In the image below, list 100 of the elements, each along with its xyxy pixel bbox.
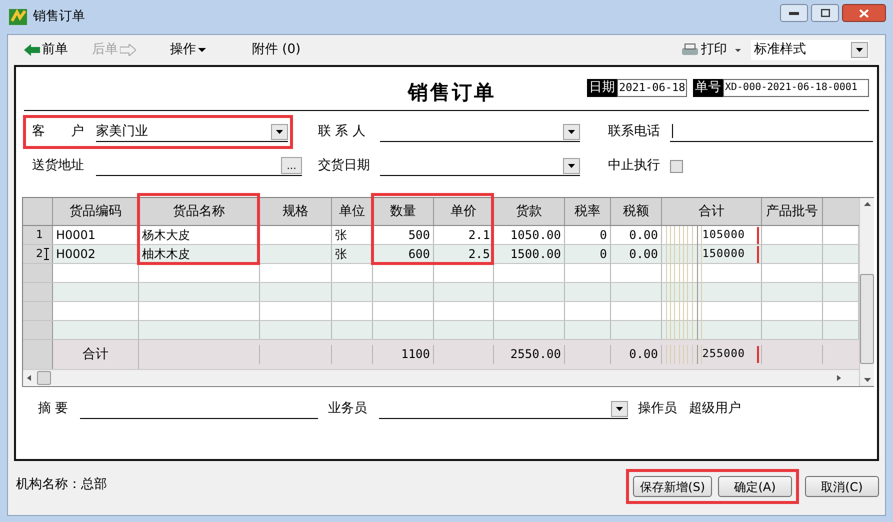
minimize-icon xyxy=(789,12,799,14)
field-label: 联 系 人 xyxy=(318,123,366,142)
app-logo-icon xyxy=(9,9,27,25)
input-field[interactable] xyxy=(670,122,873,142)
toolbar-button[interactable]: 附件 (0) xyxy=(252,40,301,60)
column-header[interactable]: 产品批号 xyxy=(762,198,823,225)
number-label: 单号 xyxy=(693,78,723,96)
total-label: 合计 xyxy=(82,346,108,364)
dropdown-button[interactable] xyxy=(851,42,868,58)
column-header[interactable]: 税率 xyxy=(565,198,611,225)
left-arrow-icon xyxy=(24,44,40,56)
style-select[interactable]: 标准样式 xyxy=(751,40,869,60)
column-header[interactable]: 合计 xyxy=(662,198,762,225)
minimize-button[interactable] xyxy=(780,4,808,22)
row-number: 1 xyxy=(36,226,43,243)
dropdown-button[interactable] xyxy=(611,401,628,417)
scroll-thumb[interactable] xyxy=(860,274,874,364)
form-title: 销售订单 xyxy=(408,79,496,106)
dialog-button[interactable]: 保存新增(S) xyxy=(633,476,712,497)
column-header[interactable]: 单位 xyxy=(332,198,373,225)
column-header[interactable]: 货品编码 xyxy=(53,198,139,225)
ledger-lines-drawing xyxy=(666,302,702,321)
field-label: 送货地址 xyxy=(32,157,85,176)
dropdown-button[interactable] xyxy=(271,124,288,140)
table-cell-text: 张 xyxy=(334,246,348,263)
field-label: 联系电话 xyxy=(608,123,661,142)
status-text: 机构名称：总部 xyxy=(16,476,107,494)
horizontal-scrollbar[interactable] xyxy=(23,369,859,385)
dropdown-button[interactable] xyxy=(563,124,580,140)
table-cell-text: 0.00 xyxy=(628,246,659,263)
up-arrow-icon xyxy=(864,202,870,206)
date-label: 日期 xyxy=(587,78,617,96)
dropdown-button[interactable] xyxy=(563,158,580,174)
ledger-lines-drawing xyxy=(666,321,702,340)
window-title: 销售订单 xyxy=(33,8,85,26)
field-label: 业务员 xyxy=(328,400,367,418)
column-header[interactable]: 数量 xyxy=(373,198,434,225)
maximize-icon xyxy=(820,9,830,17)
table-cell-text: 1050.00 xyxy=(509,227,562,244)
ledger-lines-drawing xyxy=(666,283,702,302)
vertical-scrollbar[interactable] xyxy=(859,198,874,386)
caret-icon xyxy=(568,164,575,168)
row-header[interactable]: 1 xyxy=(23,226,53,244)
down-arrow-icon xyxy=(864,378,870,382)
browse-button[interactable]: ... xyxy=(281,157,302,174)
dialog-button[interactable]: 确定(A) xyxy=(718,476,792,497)
field-label: 中止执行 xyxy=(608,157,661,176)
text-cursor-icon xyxy=(44,248,49,260)
column-header[interactable]: 税额 xyxy=(611,198,662,225)
close-button[interactable] xyxy=(842,4,886,22)
input-field[interactable]: ... xyxy=(96,156,302,176)
scroll-thumb[interactable] xyxy=(37,370,51,384)
table-cell-text: 2.5 xyxy=(467,246,491,263)
table-cell-text: 柚木木皮 xyxy=(141,246,191,263)
caret-icon xyxy=(735,48,741,52)
printer-icon xyxy=(681,43,699,57)
table-cell-text: 0 xyxy=(598,227,608,244)
input-field[interactable] xyxy=(380,122,580,142)
column-header[interactable]: 货款 xyxy=(494,198,565,225)
checkbox[interactable] xyxy=(670,160,683,172)
table-cell-text: 杨木大皮 xyxy=(141,227,191,244)
dialog-button[interactable]: 取消(C) xyxy=(805,476,879,497)
left-arrow-icon xyxy=(27,374,31,380)
total-cell-text: 0.00 xyxy=(628,346,659,363)
table-cell-text: 2.1 xyxy=(467,227,491,244)
table-cell-text: H0002 xyxy=(55,246,97,263)
column-header[interactable]: 货品名称 xyxy=(139,198,260,225)
caret-icon xyxy=(276,130,283,134)
caret-icon xyxy=(616,407,623,411)
right-arrow-icon xyxy=(120,44,136,56)
maximize-button[interactable] xyxy=(811,4,839,22)
table-cell-text: 张 xyxy=(334,227,348,244)
total-cell-text: 2550.00 xyxy=(509,346,562,363)
total-cell-text: 1100 xyxy=(400,346,431,363)
caret-icon xyxy=(856,48,863,52)
column-header[interactable]: 单价 xyxy=(434,198,494,225)
table-cell-text: 0 xyxy=(598,246,608,263)
toolbar-button[interactable]: 前单 xyxy=(24,40,68,60)
table-cell-text: 1500.00 xyxy=(509,246,562,263)
table-cell-text: 0.00 xyxy=(628,227,659,244)
ledger-lines-drawing xyxy=(666,264,702,283)
field-value: 超级用户 xyxy=(689,400,741,418)
total-cell: 255000 xyxy=(701,346,759,362)
row-header[interactable]: 2 xyxy=(23,245,53,263)
print-button[interactable]: 打印 xyxy=(681,40,727,60)
table-cell-text: H0001 xyxy=(55,227,97,244)
input-field[interactable] xyxy=(379,399,628,419)
input-field[interactable] xyxy=(380,156,580,176)
field-label: 操作员 xyxy=(638,400,677,418)
caret-icon xyxy=(568,130,575,134)
field-label: 交货日期 xyxy=(318,157,371,176)
row-number: 2 xyxy=(36,246,43,262)
toolbar-button[interactable]: 操作 xyxy=(170,40,206,60)
ledger-lines-drawing xyxy=(666,245,702,264)
date-field[interactable]: 2021-06-18 xyxy=(617,78,687,96)
ledger-lines-drawing xyxy=(666,345,702,364)
input-field[interactable]: 家美门业 xyxy=(96,122,288,142)
column-header[interactable]: 规格 xyxy=(260,198,332,225)
right-arrow-icon xyxy=(837,374,841,380)
number-field[interactable]: XD-000-2021-06-18-0001 xyxy=(723,78,869,96)
